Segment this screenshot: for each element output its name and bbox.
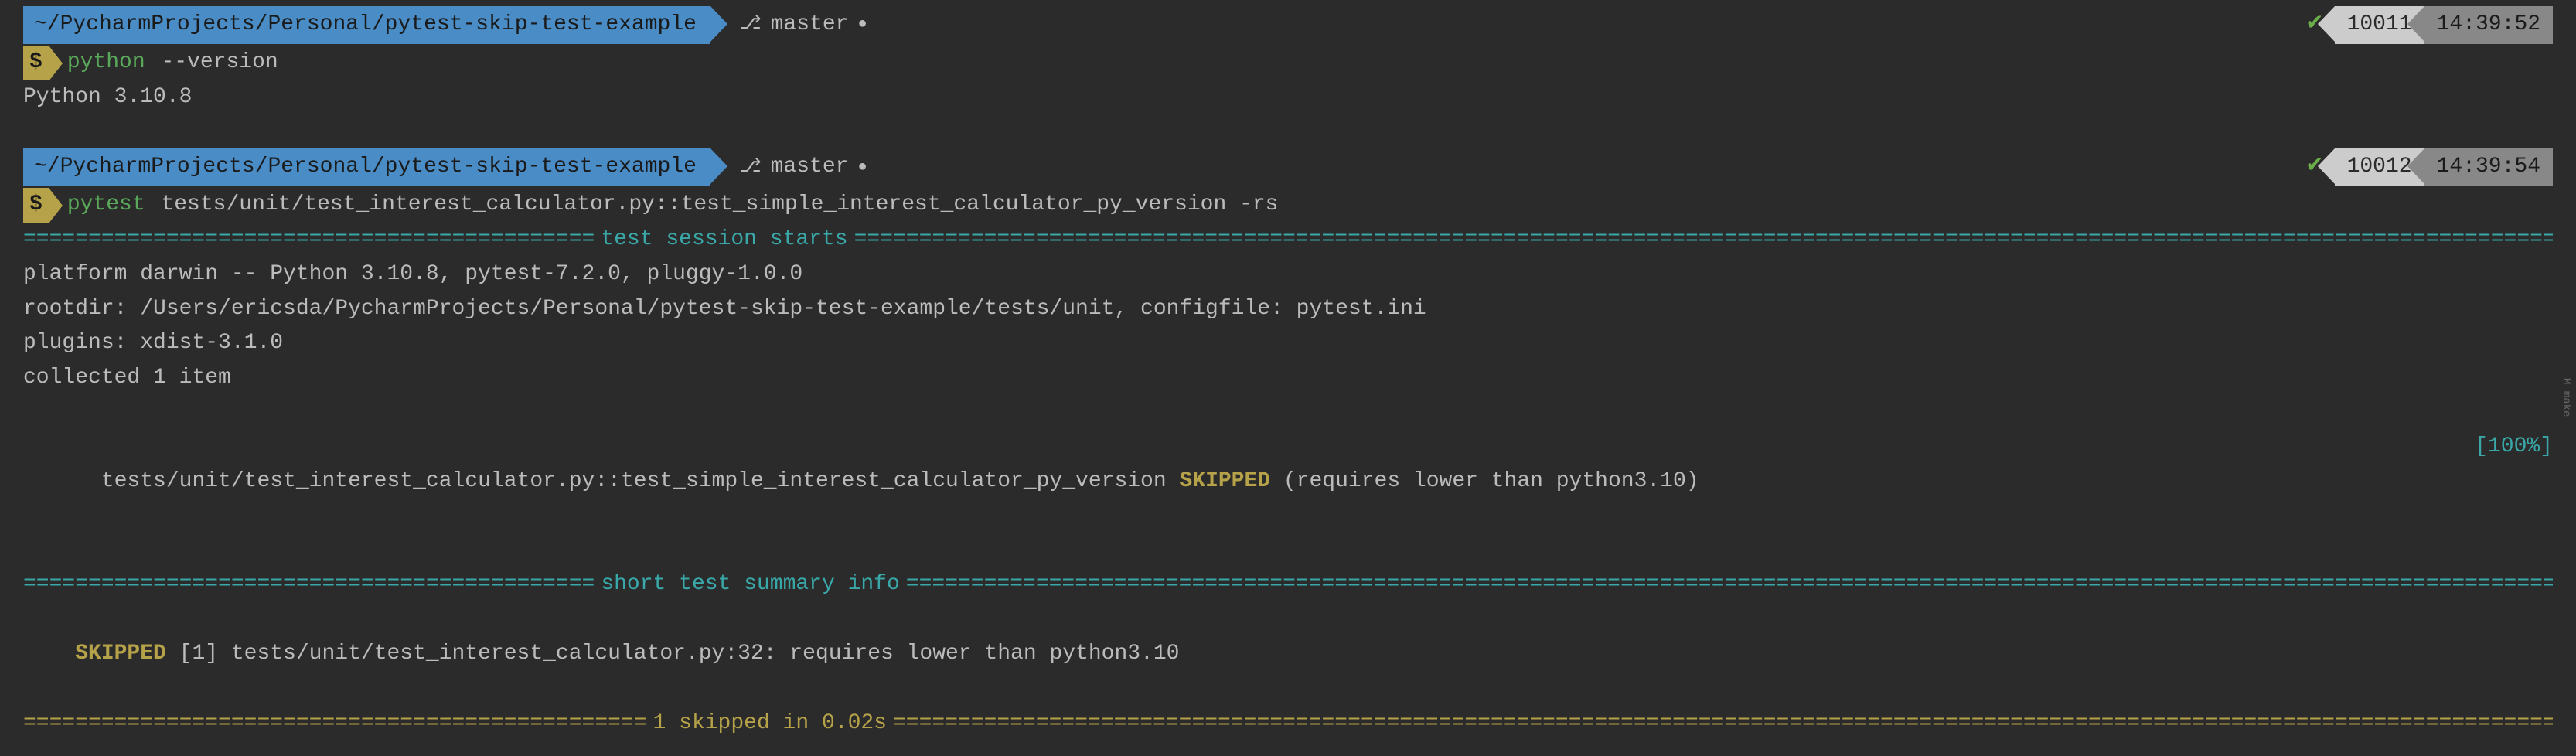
sidebar-label: M make [2557, 378, 2574, 417]
right-prompt: ✔ 10012 14:39:54 [2295, 148, 2553, 186]
command-name: pytest [67, 188, 145, 223]
summary-header-text: short test summary info [595, 567, 905, 602]
command-line-2[interactable]: $ pytest tests/unit/test_interest_calcul… [23, 188, 2553, 223]
command-args: --version [161, 46, 278, 80]
timestamp: 14:39:52 [2424, 6, 2553, 44]
terminal[interactable]: ~/PycharmProjects/Personal/pytest-skip-t… [0, 0, 2576, 756]
prompt-symbol: $ [23, 188, 49, 223]
timestamp: 14:39:54 [2424, 148, 2553, 186]
right-prompt: ✔ 10011 14:39:52 [2295, 6, 2553, 44]
divider-equals: ========================================… [893, 707, 2553, 741]
divider-equals: ========================================… [23, 707, 647, 741]
branch-icon: ⎇ [740, 10, 762, 39]
command-output-1: Python 3.10.8 [23, 80, 2553, 115]
session-start-divider: ========================================… [23, 223, 2553, 257]
platform-line: platform darwin -- Python 3.10.8, pytest… [23, 257, 2553, 292]
footer-divider: ========================================… [23, 707, 2553, 741]
test-result-line: tests/unit/test_interest_calculator.py::… [23, 430, 2553, 533]
test-progress-pct: [100%] [2475, 430, 2553, 533]
branch-icon: ⎇ [740, 153, 762, 182]
divider-equals: ========================================… [854, 223, 2553, 257]
test-reason: (requires lower than python3.10) [1270, 469, 1699, 493]
branch-name: master [771, 8, 849, 43]
path-segment: ~/PycharmProjects/Personal/pytest-skip-t… [23, 148, 710, 186]
plugins-line: plugins: xdist-3.1.0 [23, 326, 2553, 361]
dirty-indicator-icon: ● [857, 12, 867, 37]
summary-line: SKIPPED [1] tests/unit/test_interest_cal… [23, 602, 2553, 706]
collected-line: collected 1 item [23, 361, 2553, 396]
dirty-indicator-icon: ● [857, 155, 867, 180]
footer-text: 1 skipped in 0.02s [647, 707, 893, 741]
git-branch-segment: ⎇ master ● [710, 150, 877, 185]
branch-name: master [771, 150, 849, 185]
test-path: tests/unit/test_interest_calculator.py::… [101, 469, 1180, 493]
divider-equals: ========================================… [23, 567, 595, 602]
prompt-line-1: ~/PycharmProjects/Personal/pytest-skip-t… [23, 6, 2553, 44]
command-args: tests/unit/test_interest_calculator.py::… [161, 188, 1278, 223]
rootdir-line: rootdir: /Users/ericsda/PycharmProjects/… [23, 292, 2553, 327]
summary-divider: ========================================… [23, 567, 2553, 602]
test-status: SKIPPED [1179, 469, 1270, 493]
git-branch-segment: ⎇ master ● [710, 8, 877, 43]
summary-detail: [1] tests/unit/test_interest_calculator.… [166, 642, 1180, 666]
prompt-line-2: ~/PycharmProjects/Personal/pytest-skip-t… [23, 148, 2553, 186]
divider-equals: ========================================… [23, 223, 595, 257]
command-name: python [67, 46, 145, 80]
prompt-symbol: $ [23, 46, 49, 80]
session-header-text: test session starts [595, 223, 854, 257]
divider-equals: ========================================… [906, 567, 2553, 602]
command-line-1[interactable]: $ python --version [23, 46, 2553, 80]
path-segment: ~/PycharmProjects/Personal/pytest-skip-t… [23, 6, 710, 44]
summary-status: SKIPPED [75, 642, 166, 666]
